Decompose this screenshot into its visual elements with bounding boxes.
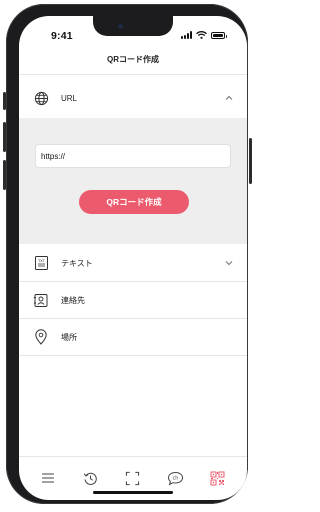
battery-icon xyxy=(211,31,227,39)
txt-document-icon: TXT xyxy=(33,255,49,271)
status-bar: 9:41 xyxy=(19,16,247,46)
app-screen: 9:41 QRコード作成 URL https:// QRコード作成 TXT テキ… xyxy=(19,16,247,500)
section-text-header[interactable]: TXT テキスト xyxy=(19,245,247,281)
section-contact-header[interactable]: 連絡先 xyxy=(19,282,247,318)
scan-frame-icon xyxy=(126,471,140,485)
section-text-label: テキスト xyxy=(61,258,93,268)
power-button xyxy=(249,138,252,184)
tab-bar: ch xyxy=(19,462,247,494)
tab-chat[interactable]: ch xyxy=(166,469,184,487)
section-contact-label: 連絡先 xyxy=(61,295,85,305)
tab-menu[interactable] xyxy=(39,469,57,487)
phone-frame: 9:41 QRコード作成 URL https:// QRコード作成 TXT テキ… xyxy=(6,4,248,504)
section-url-label: URL xyxy=(61,93,78,103)
section-location-header[interactable]: 場所 xyxy=(19,319,247,355)
cellular-signal-icon xyxy=(181,31,192,39)
row-divider xyxy=(19,355,247,356)
url-form-panel: https:// QRコード作成 xyxy=(19,118,247,244)
section-url-header[interactable]: URL xyxy=(19,80,247,116)
page-title: QRコード作成 xyxy=(107,55,159,64)
chevron-down-icon[interactable] xyxy=(223,257,235,269)
contact-card-icon xyxy=(33,292,49,308)
tab-create[interactable] xyxy=(209,469,227,487)
tabbar-divider xyxy=(19,456,247,457)
history-icon xyxy=(83,472,97,485)
status-time: 9:41 xyxy=(51,30,73,42)
header-divider xyxy=(19,74,247,75)
url-input-value: https:// xyxy=(41,151,66,161)
svg-text:ch: ch xyxy=(173,475,179,481)
chevron-up-icon[interactable] xyxy=(223,92,235,104)
url-input[interactable]: https:// xyxy=(35,144,231,168)
status-icons xyxy=(181,31,227,39)
section-location-label: 場所 xyxy=(61,332,77,342)
hamburger-icon xyxy=(42,473,55,483)
chat-ch-icon: ch xyxy=(167,471,183,485)
create-qr-button[interactable]: QRコード作成 xyxy=(79,190,189,214)
qr-code-icon xyxy=(210,471,225,485)
svg-text:TXT: TXT xyxy=(37,259,46,263)
tab-history[interactable] xyxy=(82,469,100,487)
wifi-icon xyxy=(196,31,207,39)
globe-icon xyxy=(33,90,49,106)
tab-scan[interactable] xyxy=(124,469,142,487)
home-indicator xyxy=(93,491,173,494)
location-pin-icon xyxy=(33,329,49,345)
